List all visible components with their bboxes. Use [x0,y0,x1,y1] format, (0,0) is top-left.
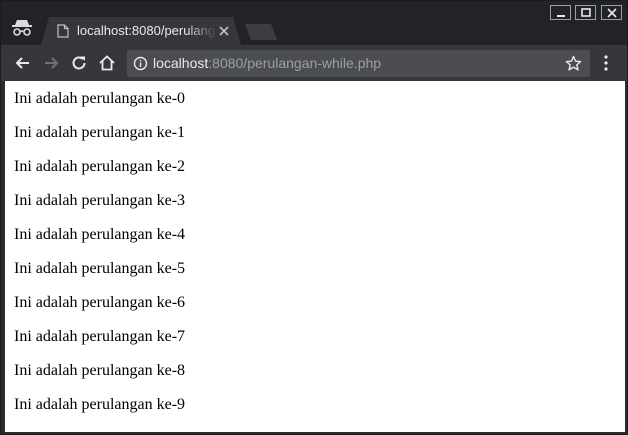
home-icon[interactable] [97,53,117,73]
output-line: Ini adalah perulangan ke-9 [14,396,186,413]
forward-icon[interactable] [41,53,61,73]
tab-strip: localhost:8080/perulangan-while.php [1,1,627,45]
close-icon [607,8,617,18]
url-host: localhost [153,55,209,71]
output-line: Ini adalah perulangan ke-4 [14,226,186,243]
output-line: Ini adalah perulangan ke-5 [14,260,186,277]
page-icon [57,24,69,38]
window-border-right [625,81,627,434]
output-line: Ini adalah perulangan ke-7 [14,328,186,345]
close-tab-icon[interactable] [217,24,231,38]
output-line: Ini adalah perulangan ke-2 [14,158,186,175]
url-text[interactable]: localhost:8080/perulangan-while.php [153,55,381,72]
close-window-button[interactable] [601,5,622,20]
window-border-left [1,81,5,434]
browser-window: localhost:8080/perulangan-while.php [0,0,628,435]
tab-title: localhost:8080/perulangan-while.php [77,23,217,38]
output-line: Ini adalah perulangan ke-3 [14,192,186,209]
incognito-icon [12,20,32,36]
output-line: Ini adalah perulangan ke-1 [14,124,186,141]
output-line: Ini adalah perulangan ke-6 [14,294,186,311]
reload-icon[interactable] [69,53,89,73]
url-path: :8080/perulangan-while.php [208,55,382,71]
toolbar: localhost:8080/perulangan-while.php [1,45,627,81]
maximize-icon [581,8,591,17]
minimize-button[interactable] [550,5,571,20]
menu-kebab-icon[interactable] [598,53,614,73]
back-icon[interactable] [13,53,33,73]
bookmark-star-icon[interactable] [565,55,582,72]
address-bar[interactable]: localhost:8080/perulangan-while.php [127,50,590,77]
output-line: Ini adalah perulangan ke-8 [14,362,186,379]
maximize-button[interactable] [575,5,596,20]
page-content: Ini adalah perulangan ke-0 Ini adalah pe… [1,82,627,434]
window-border-bottom [1,432,627,434]
minimize-icon [557,15,565,17]
tab-active[interactable]: localhost:8080/perulangan-while.php [41,17,241,45]
output-line: Ini adalah perulangan ke-0 [14,90,186,107]
info-icon[interactable] [133,56,148,71]
new-tab-button[interactable] [245,24,277,40]
